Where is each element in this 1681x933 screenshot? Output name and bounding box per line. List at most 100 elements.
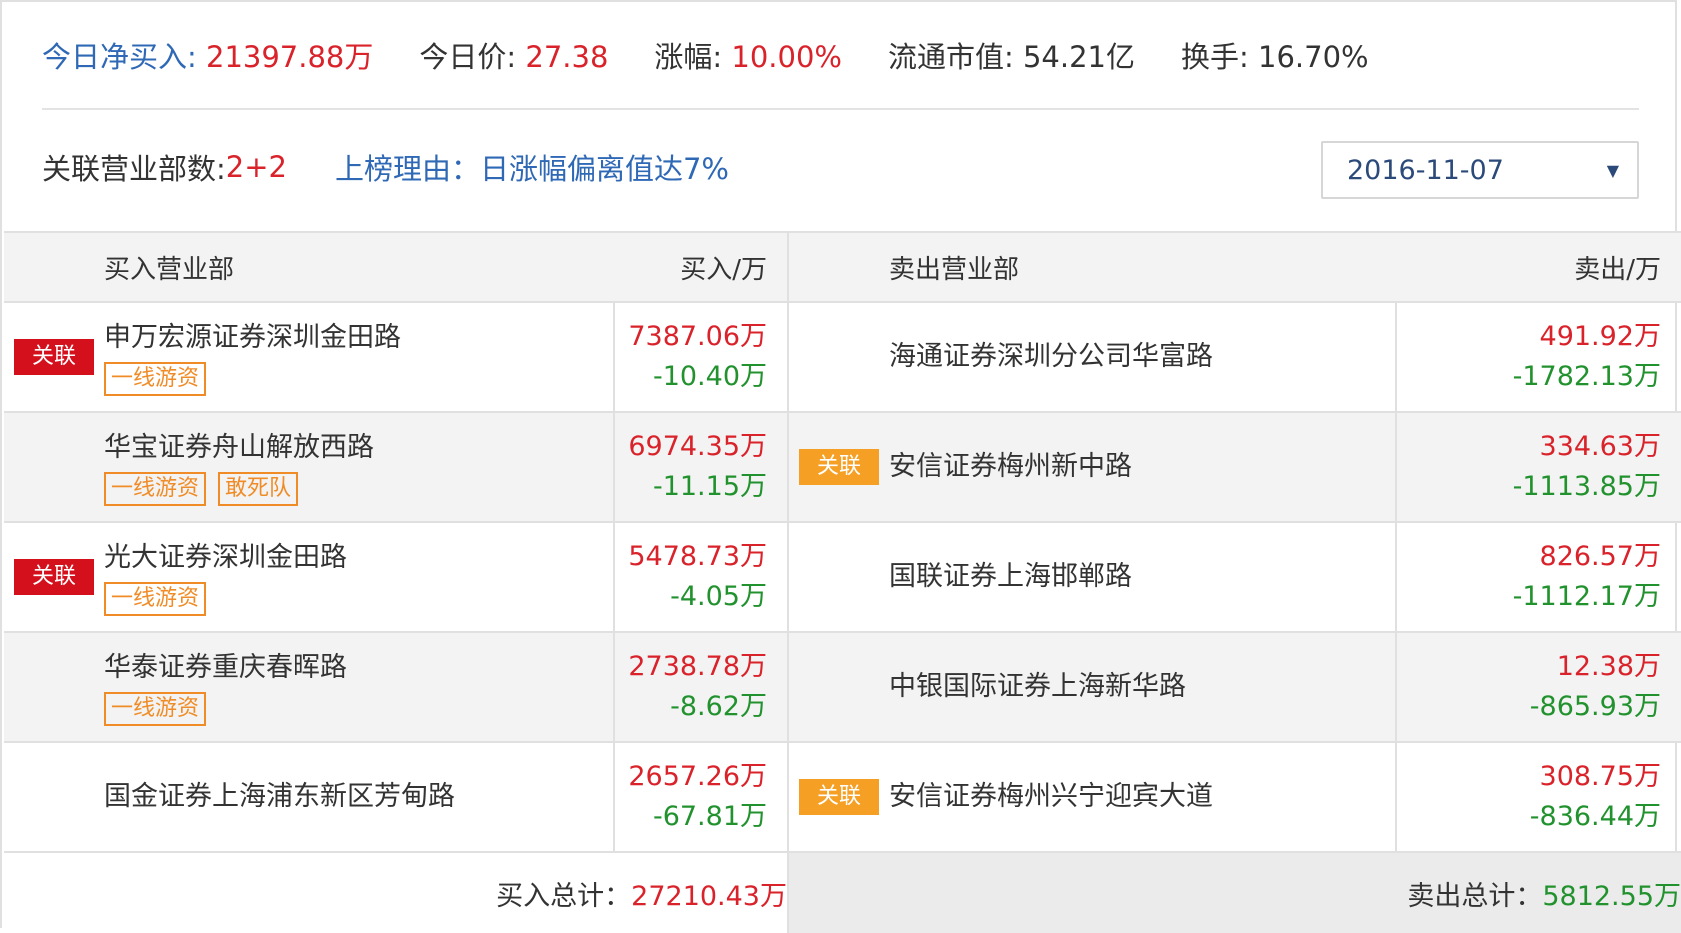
sell-dept-name[interactable]: 国联证券上海邯郸路 [889, 557, 1395, 597]
sell-amount: -836.44万 [1529, 801, 1661, 832]
sell-dept-cell: 国联证券上海邯郸路 [788, 522, 1396, 633]
table-row: 华泰证券重庆春晖路 一线游资 2738.78万 -8.62万 中银国际证券上海新华路 12… [4, 632, 1681, 743]
buy-dept-sell-amount: -11.15万 [652, 471, 767, 502]
change-label: 涨幅: [654, 40, 723, 74]
trading-table: 买入营业部 买入/万 卖出营业部 卖出/万 关联 申万宏源证券深圳金田路 一线游资 7… [4, 231, 1681, 933]
sell-dept-name[interactable]: 中银国际证券上海新华路 [889, 667, 1395, 707]
buy-dept-cell: 国金证券上海浦东新区芳甸路 [4, 742, 614, 853]
related-badge: 关联 [14, 559, 94, 595]
market-cap-value: 54.21亿 [1022, 40, 1136, 74]
dept-tag[interactable]: 一线游资 [104, 472, 207, 506]
sell-dept-buy-amount: 826.57万 [1539, 541, 1661, 572]
summary-bar: 今日净买入: 21397.88万 今日价: 27.38 涨幅: 10.00% 流… [42, 30, 1415, 80]
dept-tag[interactable]: 敢死队 [218, 472, 299, 506]
buy-amount-cell: 2738.78万 -8.62万 [613, 632, 789, 743]
sell-dept-name[interactable]: 海通证券深圳分公司华富路 [889, 337, 1395, 377]
buy-dept-cell: 关联 申万宏源证券深圳金田路一线游资 [4, 302, 614, 413]
buy-dept-tags: 一线游资 [104, 582, 613, 616]
buy-dept-cell: 华宝证券舟山解放西路一线游资 敢死队 [4, 412, 614, 523]
buy-total-value: 27210.43万 [631, 880, 787, 912]
buy-dept-cell: 关联 光大证券深圳金田路一线游资 [4, 522, 614, 633]
market-cap-stat: 流通市值: 54.21亿 [888, 34, 1135, 76]
buy-dept-sell-amount: -4.05万 [670, 581, 767, 612]
buy-dept-sell-amount: -8.62万 [670, 691, 767, 722]
net-buy-label: 今日净买入: [42, 40, 197, 74]
sell-total: 卖出总计：5812.55万 [788, 852, 1681, 933]
sell-dept-cell: 关联 安信证券梅州新中路 [788, 412, 1396, 523]
sell-dept-buy-amount: 12.38万 [1556, 651, 1661, 682]
dept-tag[interactable]: 一线游资 [104, 362, 207, 396]
related-value: 2+2 [225, 150, 287, 184]
sell-amount-cell: 491.92万 -1782.13万 [1395, 302, 1681, 413]
info-bar: 关联营业部数: 2+2 上榜理由：日涨幅偏离值达7% [42, 142, 729, 192]
buy-dept-tags: 一线游资 [104, 692, 613, 726]
buy-amount-cell: 7387.06万 -10.40万 [613, 302, 789, 413]
sell-total-value: 5812.55万 [1542, 880, 1681, 912]
sell-amount-header: 卖出/万 [1396, 231, 1681, 303]
sell-dept-buy-amount: 334.63万 [1539, 431, 1661, 462]
buy-dept-name[interactable]: 光大证券深圳金田路 [104, 538, 613, 578]
buy-dept-sell-amount: -67.81万 [652, 801, 767, 832]
dept-tag[interactable]: 一线游资 [104, 692, 207, 726]
dragon-tiger-panel: 今日净买入: 21397.88万 今日价: 27.38 涨幅: 10.00% 流… [0, 0, 1681, 933]
table-row: 关联 光大证券深圳金田路 一线游资 5478.73万 -4.05万 国联证券上海邯郸路 82… [4, 522, 1681, 633]
table-row: 国金证券上海浦东新区芳甸路 2657.26万 -67.81万 关联 安信证券梅州兴宁迎宾… [4, 742, 1681, 853]
price-stat: 今日价: 27.38 [419, 34, 608, 76]
buy-dept-cell: 华泰证券重庆春晖路一线游资 [4, 632, 614, 743]
sell-amount: -1112.17万 [1512, 581, 1661, 612]
buy-amount-header: 买入/万 [614, 231, 789, 303]
sell-dept-buy-amount: 491.92万 [1539, 321, 1661, 352]
sell-amount-cell: 826.57万 -1112.17万 [1395, 522, 1681, 633]
price-label: 今日价: [419, 40, 517, 74]
buy-dept-name[interactable]: 申万宏源证券深圳金田路 [104, 318, 613, 358]
related-badge: 关联 [799, 449, 879, 485]
sell-amount: -1782.13万 [1512, 361, 1661, 392]
buy-dept-tags: 一线游资 [104, 362, 613, 396]
sell-dept-cell: 关联 安信证券梅州兴宁迎宾大道 [788, 742, 1396, 853]
listing-reason: 上榜理由：日涨幅偏离值达7% [334, 152, 729, 186]
related-badge: 关联 [799, 779, 879, 815]
change-stat: 涨幅: 10.00% [654, 34, 842, 76]
dept-tag[interactable]: 一线游资 [104, 582, 207, 616]
caret-down-icon: ▼ [1606, 161, 1619, 180]
price-value: 27.38 [525, 40, 609, 74]
sell-dept-header: 卖出营业部 [788, 231, 1396, 303]
sell-amount-cell: 308.75万 -836.44万 [1395, 742, 1681, 853]
buy-dept-sell-amount: -10.40万 [652, 361, 767, 392]
market-cap-label: 流通市值: [887, 40, 1014, 74]
sell-dept-cell: 海通证券深圳分公司华富路 [788, 302, 1396, 413]
buy-total-label: 买入总计： [496, 880, 632, 912]
sell-dept-name[interactable]: 安信证券梅州新中路 [889, 447, 1395, 487]
buy-dept-header: 买入营业部 [4, 231, 614, 303]
change-value: 10.00% [731, 40, 842, 74]
buy-amount: 2738.78万 [628, 651, 767, 682]
buy-total: 买入总计：27210.43万 [4, 852, 789, 933]
buy-dept-tags: 一线游资 敢死队 [104, 472, 613, 506]
turnover-label: 换手: [1181, 40, 1249, 74]
buy-dept-name[interactable]: 华宝证券舟山解放西路 [104, 428, 613, 468]
sell-total-label: 卖出总计： [1407, 880, 1543, 912]
buy-amount: 2657.26万 [628, 761, 767, 792]
sell-dept-buy-amount: 308.75万 [1539, 761, 1661, 792]
buy-dept-name[interactable]: 国金证券上海浦东新区芳甸路 [104, 777, 613, 817]
date-value: 2016-11-07 [1347, 154, 1504, 186]
sell-amount: -1113.85万 [1512, 471, 1661, 502]
net-buy-value: 21397.88万 [206, 40, 374, 74]
table-footer-row: 买入总计：27210.43万 卖出总计：5812.55万 [4, 852, 1681, 933]
sell-dept-name[interactable]: 安信证券梅州兴宁迎宾大道 [889, 777, 1395, 817]
buy-dept-name[interactable]: 华泰证券重庆春晖路 [104, 648, 613, 688]
related-badge: 关联 [14, 339, 94, 375]
sell-dept-cell: 中银国际证券上海新华路 [788, 632, 1396, 743]
related-label: 关联营业部数: [42, 152, 226, 186]
sell-amount: -865.93万 [1529, 691, 1661, 722]
buy-amount: 5478.73万 [628, 541, 767, 572]
table-row: 关联 申万宏源证券深圳金田路一线游资 7387.06万 -10.40万 海通证券深圳分公… [4, 302, 1681, 413]
turnover-value: 16.70% [1258, 40, 1369, 74]
buy-amount-cell: 5478.73万 -4.05万 [613, 522, 789, 633]
net-buy-stat: 今日净买入: 21397.88万 [42, 34, 373, 76]
sell-amount-cell: 12.38万 -865.93万 [1395, 632, 1681, 743]
buy-amount: 7387.06万 [628, 321, 767, 352]
buy-amount-cell: 2657.26万 -67.81万 [613, 742, 789, 853]
sell-amount-cell: 334.63万 -1113.85万 [1395, 412, 1681, 523]
date-select[interactable]: 2016-11-07 ▼ [1321, 141, 1639, 199]
